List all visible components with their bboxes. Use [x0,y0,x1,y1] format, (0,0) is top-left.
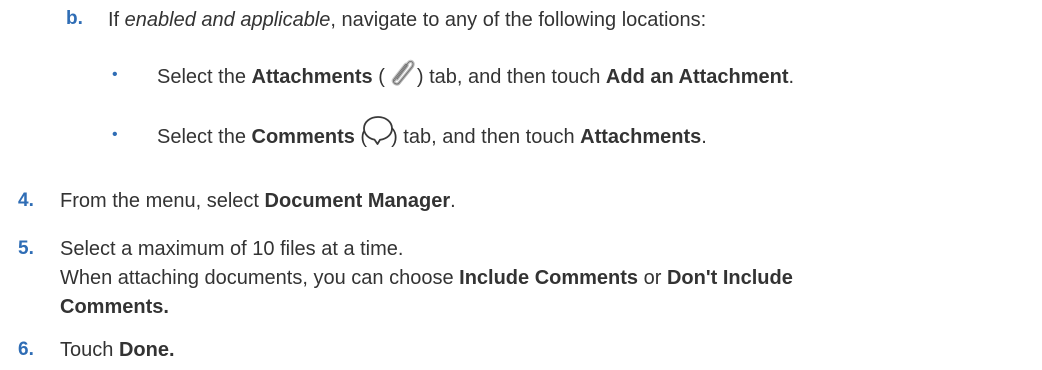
step-6-label: 6. [18,339,34,360]
attachments-label: Attachments [580,126,702,148]
bullet-pre: Select the [157,126,252,148]
bullet-marker: • [112,126,118,143]
add-attachment-label: Add an Attachment [605,66,789,88]
attachments-tab-label: Attachments [251,66,373,88]
include-comments-label: Include Comments [459,267,639,289]
comments-label: Comments. [60,296,169,318]
comments-tab-label: Comments [251,126,355,148]
step-5-line-1: Select a maximum of 10 files at a time. [60,238,404,260]
substep-b-label: b. [66,8,83,29]
step-6-text: Touch Done. [60,338,175,362]
bullet-item-comments: Select the Comments ( ) tab, and then to… [157,115,707,149]
substep-b-text-after: , navigate to any of the following locat… [330,9,707,31]
paperclip-icon [385,55,417,87]
substep-b-text: If enabled and applicable, navigate to a… [108,8,706,32]
bullet-end: . [788,66,795,88]
bullet-end: . [701,126,707,148]
substep-b-text-italic: enabled and applicable [124,9,331,31]
step-4-end: . [450,190,456,212]
bullet-pre: Select the [157,66,252,88]
step-4-text: From the menu, select Document Manager. [60,189,456,213]
step-5-line-2-pre: When attaching documents, you can choose [60,267,460,289]
step-5-line-3: Comments. [60,295,169,319]
speech-bubble-icon [361,113,395,147]
step-5-line-2: When attaching documents, you can choose… [60,266,793,290]
step-5-label: 5. [18,238,34,259]
step-6-pre: Touch [60,339,119,361]
step-5-line-2-mid: or [638,267,667,289]
dont-include-label: Don't Include [666,267,793,289]
close-paren-text: ) tab, and then touch [391,126,581,148]
step-4-label: 4. [18,190,34,211]
bullet-item-attachments: Select the Attachments ( ) tab, and then… [157,59,795,89]
done-label: Done. [118,339,175,361]
close-paren-text: ) tab, and then touch [416,66,606,88]
document-manager-label: Document Manager [264,190,451,212]
open-paren: ( [372,66,385,88]
step-4-pre: From the menu, select [60,190,265,212]
substep-b-text-before: If [108,9,125,31]
bullet-marker: • [112,66,118,83]
